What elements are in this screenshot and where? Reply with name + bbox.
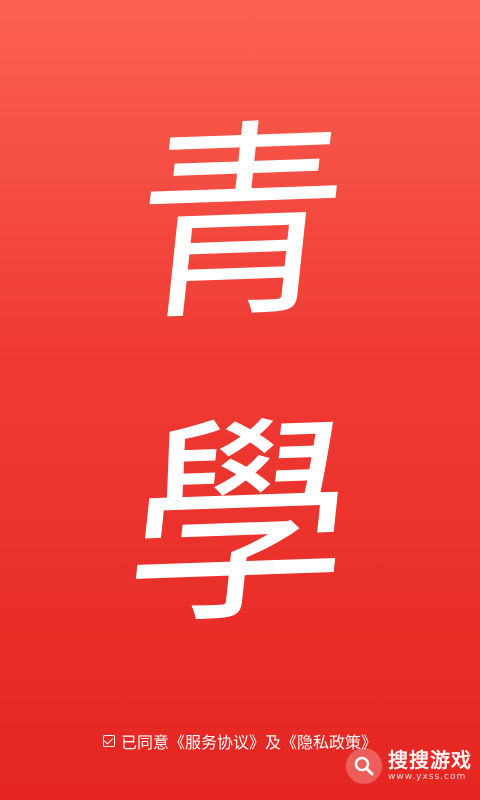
agreement-connector: 及 bbox=[265, 733, 282, 752]
service-agreement-link[interactable]: 《服务协议》 bbox=[169, 729, 265, 753]
agreement-prefix: 已同意 bbox=[120, 733, 169, 752]
watermark-url: www.yxss.com bbox=[388, 772, 467, 782]
watermark-logo-icon bbox=[346, 748, 382, 784]
agreement-checkbox[interactable] bbox=[102, 735, 115, 747]
app-logo: 青 學 bbox=[116, 98, 364, 660]
check-icon bbox=[103, 735, 114, 745]
logo-character-top: 青 bbox=[121, 98, 359, 351]
logo-character-bottom: 學 bbox=[116, 393, 364, 657]
watermark: 搜搜游戏 www.yxss.com bbox=[346, 744, 472, 788]
watermark-title: 搜搜游戏 bbox=[388, 748, 472, 772]
